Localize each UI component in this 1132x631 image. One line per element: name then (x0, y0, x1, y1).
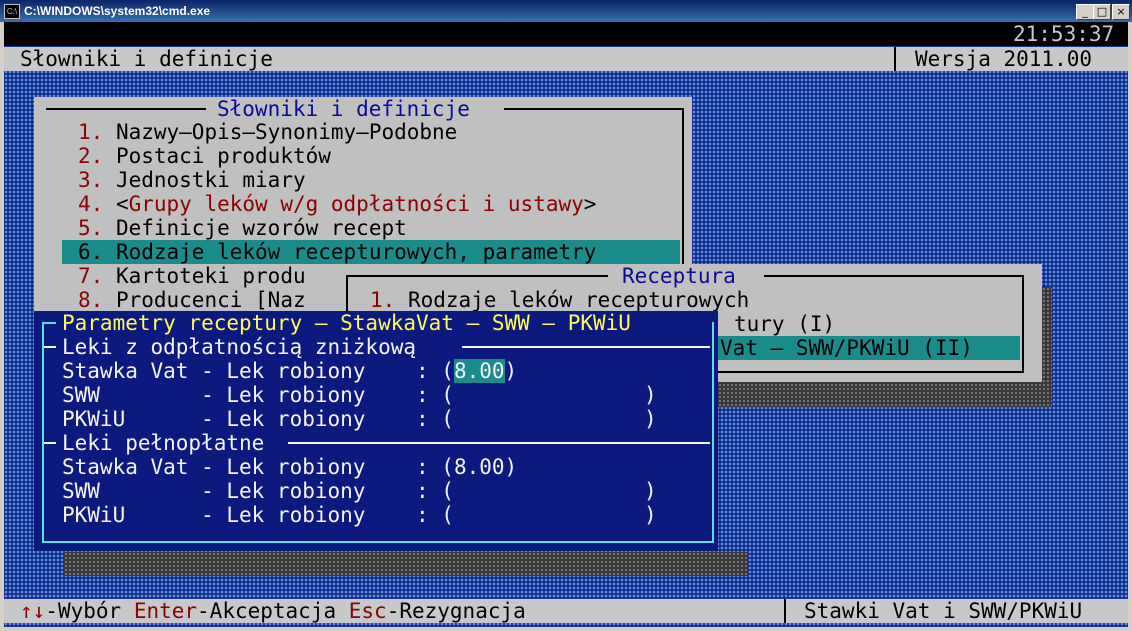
section-divider (44, 442, 56, 444)
esc-key[interactable]: Esc (349, 599, 387, 623)
section2-heading: Leki pełnopłatne (62, 431, 265, 455)
menu1-item-2[interactable]: 2. Postaci produktów (78, 144, 331, 168)
clock: 21:53:37 (1013, 22, 1115, 46)
console-area[interactable]: 21:53:37 Słowniki i definicje Wersja 201… (4, 22, 1128, 627)
maximize-button[interactable]: □ (1093, 4, 1111, 20)
arrows-key[interactable]: ↑↓ (20, 599, 45, 623)
dialog-shadow (64, 552, 748, 576)
context-label: Stawki Vat i SWW/PKWiU (804, 599, 1083, 623)
key-hints: ↑↓-Wybór Enter-Akceptacja Esc-Rezygnacja (20, 599, 526, 623)
section-divider (288, 442, 710, 444)
parametry-dialog: Parametry receptury — StawkaVat — SWW — … (34, 311, 718, 551)
version-label: Wersja 2011.00 (915, 47, 1093, 71)
menu1-title: Słowniki i definicje (217, 97, 470, 121)
menu2-border (764, 275, 1024, 277)
close-button[interactable]: × (1112, 4, 1130, 20)
dialog-border (42, 322, 56, 324)
menu2-item-2[interactable]: tury (I) (734, 312, 835, 336)
menu1-item-3[interactable]: 3. Jednostki miary (78, 168, 306, 192)
dialog-title: Parametry receptury — StawkaVat — SWW — … (62, 311, 631, 335)
menu1-item-4[interactable]: 4. <Grupy leków w/g odpłatności i ustawy… (78, 192, 596, 216)
section-divider (44, 346, 56, 348)
sec1-sww-row: SWW - Lek robiony : () (62, 383, 657, 407)
console-window: C:\ C:\WINDOWS\system32\cmd.exe _ □ × 21… (0, 0, 1132, 631)
sec2-vat-row: Stawka Vat - Lek robiony : (8.00) (62, 455, 518, 479)
page-title: Słowniki i definicje (20, 47, 273, 71)
sec2-pkwiu-row: PKWiU - Lek robiony : () (62, 503, 657, 527)
dialog-border (42, 541, 714, 543)
cmd-icon[interactable]: C:\ (4, 4, 20, 19)
menu2-border (1022, 275, 1024, 371)
menu1-item-7[interactable]: 7. Kartoteki produ (78, 264, 306, 288)
section1-heading: Leki z odpłatnością zniżkową (62, 335, 417, 359)
section-divider (462, 346, 710, 348)
menu1-border (46, 108, 206, 110)
sec1-vat-row: Stawka Vat - Lek robiony : (8.00) (62, 359, 518, 383)
menu1-item-6-selected[interactable]: 6. Rodzaje leków recepturowych, parametr… (62, 240, 680, 264)
sec2-vat-input[interactable]: 8.00 (454, 455, 505, 479)
footer-divider (784, 599, 786, 623)
menu1-border (504, 108, 682, 110)
menu1-item-1[interactable]: 1. Nazwy—Opis—Synonimy—Podobne (78, 120, 457, 144)
menu1-item-5[interactable]: 5. Definicje wzorów recept (78, 216, 407, 240)
dialog-border (712, 322, 714, 541)
menu2-item-1[interactable]: 1. Rodzaje leków recepturowych (370, 288, 749, 312)
enter-key[interactable]: Enter (134, 599, 197, 623)
window-title: C:\WINDOWS\system32\cmd.exe (24, 4, 211, 18)
sec1-pkwiu-row: PKWiU - Lek robiony : () (62, 407, 657, 431)
title-bar[interactable]: C:\ C:\WINDOWS\system32\cmd.exe _ □ × (0, 0, 1132, 22)
menu2-border (346, 275, 608, 277)
clock-bar: 21:53:37 (4, 22, 1128, 46)
header-divider (894, 47, 896, 71)
sec1-vat-input[interactable]: 8.00 (453, 359, 505, 383)
dialog-border (42, 322, 44, 541)
menu2-item-3-selected[interactable]: Vat — SWW/PKWiU (II) (714, 336, 1020, 360)
footer-bar: ↑↓-Wybór Enter-Akceptacja Esc-Rezygnacja… (4, 599, 1128, 623)
menu2-title: Receptura (622, 264, 736, 288)
header-bar: Słowniki i definicje Wersja 2011.00 (4, 47, 1128, 71)
menu1-item-8[interactable]: 8. Producenci [Naz (78, 288, 306, 312)
minimize-button[interactable]: _ (1076, 4, 1094, 20)
sec2-sww-row: SWW - Lek robiony : () (62, 479, 657, 503)
